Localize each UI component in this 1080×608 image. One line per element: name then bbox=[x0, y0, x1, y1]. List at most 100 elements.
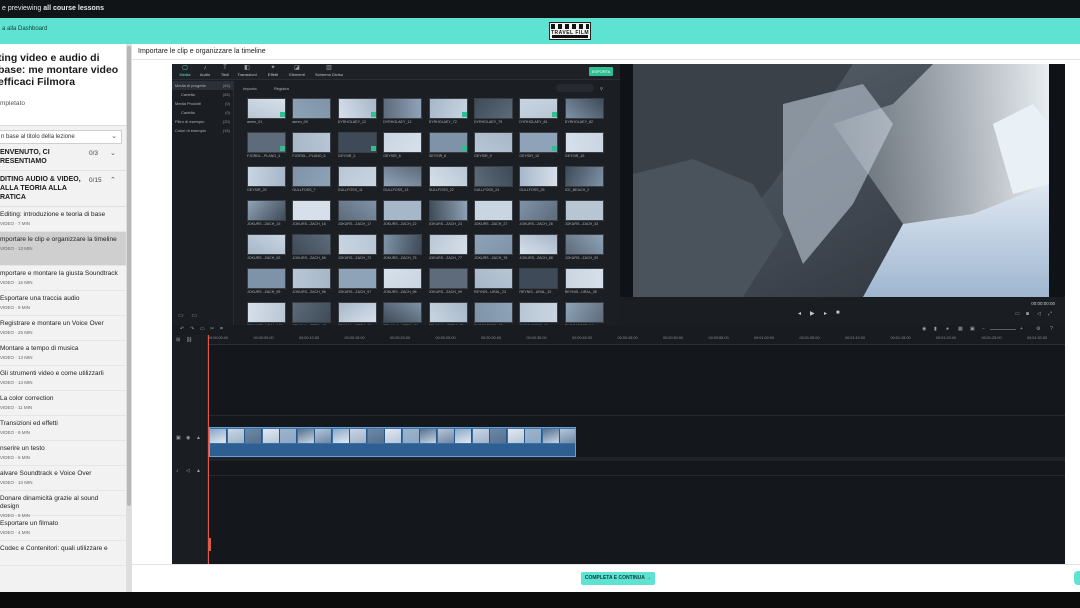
media-thumbnail[interactable]: JOKURS...ZACH_23 bbox=[428, 200, 468, 228]
crop-icon[interactable]: ⌗ bbox=[220, 326, 223, 332]
lesson-item[interactable]: nserire un testo VIDEO · 6 MIN bbox=[0, 441, 126, 466]
section-editing[interactable]: DITING AUDIO & VIDEO, ALLA TEORIA ALLA R… bbox=[0, 171, 126, 207]
media-thumbnail[interactable]: JOKURS...ZACH_98 bbox=[383, 268, 423, 296]
zoom-out-icon[interactable]: − bbox=[982, 326, 985, 332]
media-thumbnail[interactable]: GEYSIR_9 bbox=[474, 132, 513, 160]
scrollbar-thumb[interactable] bbox=[127, 46, 131, 506]
media-thumbnail[interactable]: REYNIS...URAL_35 bbox=[564, 268, 604, 296]
settings-icon[interactable]: ⚙ bbox=[1036, 326, 1040, 332]
lesson-item[interactable]: Codec e Contenitori: quali utilizzare e bbox=[0, 541, 126, 566]
media-thumbnail[interactable]: DYRHOLAEY_82 bbox=[564, 98, 604, 126]
media-thumbnail[interactable]: JOKURS...ZACH_17 bbox=[337, 200, 377, 228]
media-thumbnail[interactable]: JOKURS...ZACH_33 bbox=[564, 200, 604, 228]
media-thumbnail[interactable]: SKOGAFOSS_04 bbox=[564, 302, 604, 326]
lesson-item[interactable]: Donare dinamicità grazie al sound design… bbox=[0, 491, 126, 518]
fullscreen-icon[interactable]: ⤢ bbox=[1048, 311, 1052, 317]
complete-and-continue-button[interactable]: COMPLETA E CONTINUA → bbox=[581, 572, 655, 585]
video-player[interactable]: ▢ Media ♪ Audio T Titoli ◧ Transizioni ✦ Effe… bbox=[172, 64, 1065, 565]
zoom-slider[interactable] bbox=[990, 329, 1016, 330]
folder-produced-media[interactable]: Media Prodotti (0) bbox=[172, 99, 233, 108]
camera-icon[interactable]: ◙ bbox=[1026, 311, 1029, 317]
media-thumbnail[interactable]: JOKURS...ZACH_16 bbox=[292, 200, 332, 228]
media-thumbnail[interactable]: JOKURS...ZACH_27 bbox=[474, 200, 513, 228]
media-thumbnail[interactable]: JOKURS...ZACH_15 bbox=[247, 200, 286, 228]
preview-viewer[interactable] bbox=[633, 64, 1049, 297]
media-thumbnail[interactable]: JOKURS...ZACH_95 bbox=[247, 268, 286, 296]
audio-track-lane[interactable] bbox=[209, 457, 1065, 461]
lesson-search-select[interactable]: n base al titolo della lezione ⌄ bbox=[0, 130, 122, 144]
zoom-in-icon[interactable]: + bbox=[1020, 326, 1023, 332]
lesson-item[interactable]: Esportare un filmato VIDEO · 4 MIN bbox=[0, 516, 126, 541]
media-thumbnail[interactable]: REYNIS...URAL_32 bbox=[519, 268, 559, 296]
lesson-item[interactable]: mportare le clip e organizzare la timeli… bbox=[0, 232, 126, 266]
media-thumbnail[interactable]: GEYSIR_2 bbox=[337, 132, 377, 160]
render-icon[interactable]: ◉ bbox=[922, 326, 926, 332]
lesson-item[interactable]: alvare Soundtrack e Voice Over VIDEO · 10… bbox=[0, 466, 126, 491]
media-thumbnail[interactable]: FJORDL...PLANO_6 bbox=[292, 132, 332, 160]
chat-button[interactable] bbox=[1074, 571, 1080, 585]
media-thumbnail[interactable]: JOKURS...ZACH_65 bbox=[292, 234, 332, 262]
tab-split-screen[interactable]: ▥ Schermo Diviso bbox=[312, 65, 346, 77]
lesson-item[interactable]: Editing: introduzione e teoria di base VI… bbox=[0, 207, 126, 232]
tab-audio[interactable]: ♪ Audio bbox=[194, 65, 216, 77]
track-video-icon[interactable]: ▣ bbox=[176, 435, 181, 441]
media-thumbnail[interactable]: JOKURS...ZACH_96 bbox=[292, 268, 332, 296]
lesson-item[interactable]: mportare e montare la giusta Soundtrack V… bbox=[0, 266, 126, 291]
media-thumbnail[interactable]: DYRHOLAEY_81 bbox=[519, 98, 559, 126]
media-thumbnail[interactable]: DYRHOLAEY_75 bbox=[474, 98, 513, 126]
import-dropdown[interactable]: Importa bbox=[243, 84, 257, 93]
lesson-item[interactable]: Registrare e montare un Voice Over VIDEO … bbox=[0, 316, 126, 341]
tab-transitions[interactable]: ◧ Transizioni bbox=[236, 65, 258, 77]
media-thumbnail[interactable]: JOKURS...ZACH_72 bbox=[337, 234, 377, 262]
media-thumbnail[interactable]: GULLFOSS_11 bbox=[337, 166, 377, 194]
help-icon[interactable]: ? bbox=[1050, 326, 1053, 332]
play-icon[interactable]: ▶ bbox=[810, 310, 815, 317]
media-thumbnail[interactable]: JOKURS...ZACH_88 bbox=[519, 234, 559, 262]
media-thumbnail[interactable]: aereo_09 bbox=[292, 98, 332, 126]
tab-effects[interactable]: ✦ Effetti bbox=[262, 65, 284, 77]
folder-project-media[interactable]: Media di progetto (83) bbox=[172, 81, 233, 90]
media-thumbnail[interactable]: SELJALA...ISTRA_25 bbox=[428, 302, 468, 326]
media-thumbnail[interactable]: SKOGAFOSS_03 bbox=[519, 302, 559, 326]
record-dropdown[interactable]: Registra bbox=[274, 84, 289, 93]
add-track-icon[interactable]: ⊞ bbox=[176, 337, 180, 343]
media-thumbnail[interactable]: JOKURS...ZACH_99 bbox=[428, 268, 468, 296]
media-thumbnail[interactable]: GULLFOSS_22 bbox=[428, 166, 468, 194]
eye-icon[interactable]: ◉ bbox=[186, 435, 190, 441]
media-thumbnail[interactable]: JOKURS...ZACH_97 bbox=[337, 268, 377, 296]
lesson-item[interactable]: Transizioni ed effetti VIDEO · 9 MIN bbox=[0, 416, 126, 441]
media-thumbnail[interactable]: GEYSIR_8 bbox=[428, 132, 468, 160]
monitor-icon[interactable]: ▭ bbox=[1015, 311, 1020, 317]
cut-icon[interactable]: ✂ bbox=[210, 326, 214, 332]
folder-cartella[interactable]: Cartella (83) bbox=[172, 90, 233, 99]
media-thumbnail[interactable]: FJORDL...PLANO_4 bbox=[247, 132, 286, 160]
snapshot-icon[interactable]: ▣ bbox=[970, 326, 975, 332]
redo-icon[interactable]: ↷ bbox=[190, 326, 194, 332]
playhead[interactable] bbox=[208, 335, 209, 565]
media-thumbnail[interactable]: JOKURS...ZACH_63 bbox=[247, 234, 286, 262]
folder-sample-colors[interactable]: Colori di esempio (15) bbox=[172, 126, 233, 135]
folder-cartella-2[interactable]: Cartella (0) bbox=[172, 108, 233, 117]
media-search-input[interactable] bbox=[556, 84, 594, 92]
folder-sample-filters[interactable]: Filtro di esempio (20) bbox=[172, 117, 233, 126]
media-thumbnail[interactable]: REYNIS...URAL_23 bbox=[474, 268, 513, 296]
timeline-ruler[interactable]: 00:00:00:00 00:00:05:00 00:00:10:00 00:00:1… bbox=[208, 335, 1065, 345]
media-thumbnail[interactable]: GEYSIR_16 bbox=[564, 132, 604, 160]
export-button[interactable]: ESPORTA bbox=[589, 67, 613, 76]
timeline-panel[interactable]: ↶ ↷ ▭ ✂ ⌗ ◉ ▮ ● ▦ ▣ − + ⚙ ? ⊞ ⛓ ▣ ◉ ▲ ♪ … bbox=[172, 325, 1065, 565]
delete-folder-icon[interactable]: ▭ bbox=[191, 313, 197, 319]
media-thumbnail[interactable]: GULLFOSS_25 bbox=[519, 166, 559, 194]
video-clip-sequence[interactable] bbox=[209, 427, 576, 457]
mixer-icon[interactable]: ▦ bbox=[958, 326, 963, 332]
volume-icon[interactable]: ◁ bbox=[1037, 311, 1041, 317]
media-thumbnail[interactable]: JOKURS...ZACH_93 bbox=[564, 234, 604, 262]
media-thumbnail[interactable]: GEYSIR_20 bbox=[247, 166, 286, 194]
marker-icon[interactable]: ▮ bbox=[934, 326, 937, 332]
step-back-icon[interactable]: ◂ bbox=[798, 310, 801, 317]
playhead-handle[interactable] bbox=[208, 538, 211, 551]
media-thumbnail[interactable]: SEUALA...ISTRA_19 bbox=[337, 302, 377, 326]
media-thumbnail[interactable]: DYRHOLAEY_12 bbox=[337, 98, 377, 126]
media-thumbnail[interactable]: GEYSIR_15 bbox=[519, 132, 559, 160]
back-to-dashboard-link[interactable]: a alla Dashboard bbox=[2, 26, 47, 32]
lesson-item[interactable]: Esportare una traccia audio VIDEO · 8 MIN bbox=[0, 291, 126, 316]
